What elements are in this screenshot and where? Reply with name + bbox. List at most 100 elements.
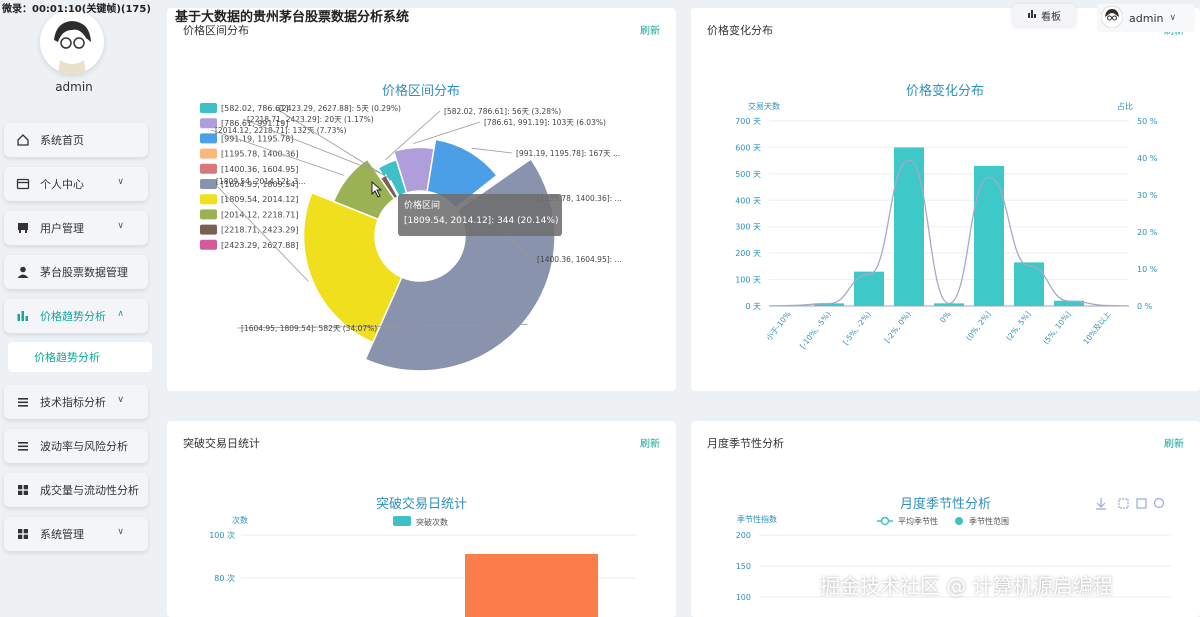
chevron-down-icon: ∨ — [117, 527, 124, 537]
sidebar-item-label: 技术指标分析 — [40, 396, 106, 409]
y-tick-label-right: 0 % — [1137, 302, 1153, 311]
bar[interactable] — [1014, 262, 1044, 306]
legend-label[interactable]: [1195.78, 1400.36] — [221, 150, 299, 159]
slice-label: [1400.36, 1604.95]: ... — [537, 255, 622, 264]
header-avatar — [1100, 5, 1124, 31]
user-menu[interactable]: admin ∨ — [1097, 4, 1195, 32]
sidebar-item-label: 价格趋势分析 — [40, 310, 106, 323]
sidebar-item-system[interactable]: 系统管理 ∨ — [4, 517, 148, 551]
restore-icon[interactable] — [1153, 497, 1165, 509]
y-axis-label: 次数 — [232, 515, 248, 525]
slice-label: [2218.71, 2423.29]: 20天 (1.17%) — [247, 115, 374, 124]
sidebar-item-personal[interactable]: 个人中心 ∨ — [4, 167, 148, 201]
avatar-image — [40, 10, 104, 74]
avatar[interactable] — [40, 10, 104, 74]
window-icon — [16, 177, 30, 191]
x-tick-label: (2%, 5%] — [1004, 310, 1032, 343]
kanban-button[interactable]: 看板 — [1013, 4, 1075, 26]
sidebar-item-volatility[interactable]: 波动率与风险分析 — [4, 429, 148, 463]
sidebar-item-label: 用户管理 — [40, 222, 84, 235]
legend-swatch — [393, 516, 411, 526]
x-tick-label: [-5%, -2%) — [841, 310, 873, 347]
sidebar-subitem-price-trend[interactable]: 价格趋势分析 — [8, 342, 152, 372]
x-tick-label: 小于-10% — [764, 310, 792, 343]
sidebar-item-price-trend[interactable]: 价格趋势分析 ∧ — [4, 299, 148, 333]
bar[interactable] — [854, 271, 884, 306]
bar-chart-icon — [1027, 9, 1037, 22]
breakout-panel: 突破交易日统计 刷新 突破交易日统计 突破次数 次数 100 次 80 次 — [167, 421, 676, 617]
legend-swatch[interactable] — [200, 239, 217, 250]
y-tick-label: 200 — [736, 531, 751, 540]
legend-swatch[interactable] — [200, 103, 217, 113]
slice-label: [991.19, 1195.78]: 167天 ... — [516, 149, 620, 158]
y-tick-label: 500 天 — [735, 170, 761, 179]
x-tick-label: [-10%, -5%) — [798, 310, 833, 351]
slice-label: [582.02, 786.61]: 56天 (3.28%) — [444, 107, 561, 116]
bar[interactable] — [894, 147, 924, 306]
x-tick-label: 10%及以上 — [1081, 309, 1113, 346]
chevron-down-icon: ∨ — [117, 221, 124, 231]
sidebar: admin 系统首页 个人中心 ∨ 用户管理 ∨ 茅台股票数据管理 价格趋势分析… — [0, 0, 160, 617]
price-range-panel: 价格区间分布 刷新 价格区间分布 [582.02, 786.61] [786.61… — [167, 8, 676, 391]
sidebar-item-stock-data[interactable]: 茅台股票数据管理 — [4, 255, 148, 289]
label-leader-line — [471, 147, 513, 154]
breakout-bar — [465, 554, 598, 617]
recording-indicator: 微录：00:01:10(关键帧)(175) — [2, 4, 151, 15]
legend-swatch[interactable] — [200, 194, 217, 205]
y-tick-label: 100 — [736, 593, 751, 602]
y-tick-label-right: 50 % — [1137, 117, 1158, 126]
legend-range: 季节性范围 — [955, 516, 1009, 526]
legend-swatch[interactable] — [200, 163, 217, 174]
price-change-bar-chart: 交易天数 占比 0 天 100 天 200 天 300 天 400 天 500 天 600 … — [735, 101, 1158, 351]
y-tick-label: 200 天 — [735, 249, 761, 258]
chevron-up-icon: ∧ — [117, 309, 124, 319]
slice-label: [786.61, 991.19]: 103天 (6.03%) — [484, 118, 606, 127]
zoom-icon[interactable] — [1118, 498, 1129, 509]
zoom-reset-icon[interactable] — [1136, 498, 1147, 509]
y-axis-label: 季节性指数 — [737, 514, 777, 524]
sidebar-item-home[interactable]: 系统首页 — [4, 123, 148, 157]
legend-label[interactable]: [1400.36, 1604.95] — [221, 165, 299, 174]
legend-label[interactable]: [2423.29, 2627.88] — [221, 241, 299, 250]
legend-label: 突破次数 — [416, 517, 448, 527]
home-icon — [16, 133, 30, 147]
chart-icon — [16, 309, 30, 323]
x-tick-label: (0%, 2%] — [964, 310, 992, 343]
chevron-down-icon: ∨ — [1169, 13, 1177, 23]
sidebar-item-users[interactable]: 用户管理 ∨ — [4, 211, 148, 245]
legend-swatch[interactable] — [200, 148, 217, 159]
person-icon — [16, 265, 30, 279]
slice-label: [2423.29, 2627.88]: 5天 (0.29%) — [279, 104, 401, 113]
sidebar-item-volume[interactable]: 成交量与流动性分析 — [4, 473, 148, 507]
price-change-panel: 价格变化分布 刷新 价格变化分布 交易天数 占比 0 天100 天200 天30… — [691, 8, 1200, 391]
tooltip-body: [1809.54, 2014.12]: 344 (20.14%) — [404, 216, 559, 226]
legend-swatch[interactable] — [200, 209, 217, 220]
legend-label[interactable]: [2014.12, 2218.71] — [221, 210, 299, 219]
sidebar-item-label: 茅台股票数据管理 — [40, 266, 128, 279]
chevron-down-icon: ∨ — [117, 395, 124, 405]
y-tick-label: 600 天 — [735, 143, 761, 152]
y-tick-label: 100 天 — [735, 276, 761, 285]
y-tick-label: 300 天 — [735, 223, 761, 232]
legend-label: 平均季节性 — [898, 516, 938, 526]
pie-tooltip: 价格区间 [1809.54, 2014.12]: 344 (20.14%) — [398, 194, 562, 236]
watermark: 掘金技术社区 @ 计算机源启编程 — [820, 574, 1113, 598]
legend-swatch[interactable] — [200, 224, 217, 235]
y-axis-label-right: 占比 — [1117, 101, 1133, 111]
y-axis-label-left: 交易天数 — [748, 101, 780, 111]
sidebar-item-tech-indicators[interactable]: 技术指标分析 ∨ — [4, 385, 148, 419]
y-tick-label-right: 10 % — [1137, 265, 1158, 274]
sidebar-item-label: 波动率与风险分析 — [40, 440, 128, 453]
y-tick-label: 150 — [736, 562, 751, 571]
y-tick-label-right: 20 % — [1137, 228, 1158, 237]
y-tick-label: 80 次 — [214, 573, 235, 583]
list-icon — [16, 395, 30, 409]
y-tick-label-right: 40 % — [1137, 154, 1158, 163]
sidebar-item-label: 成交量与流动性分析 — [40, 484, 139, 497]
sidebar-item-label: 系统管理 — [40, 528, 84, 541]
legend-label[interactable]: [991.19, 1195.78] — [221, 134, 293, 143]
legend-label[interactable]: [2218.71, 2423.29] — [221, 226, 299, 235]
download-icon[interactable] — [1096, 498, 1106, 510]
grid-icon — [16, 483, 30, 497]
chevron-down-icon: ∨ — [117, 177, 124, 187]
